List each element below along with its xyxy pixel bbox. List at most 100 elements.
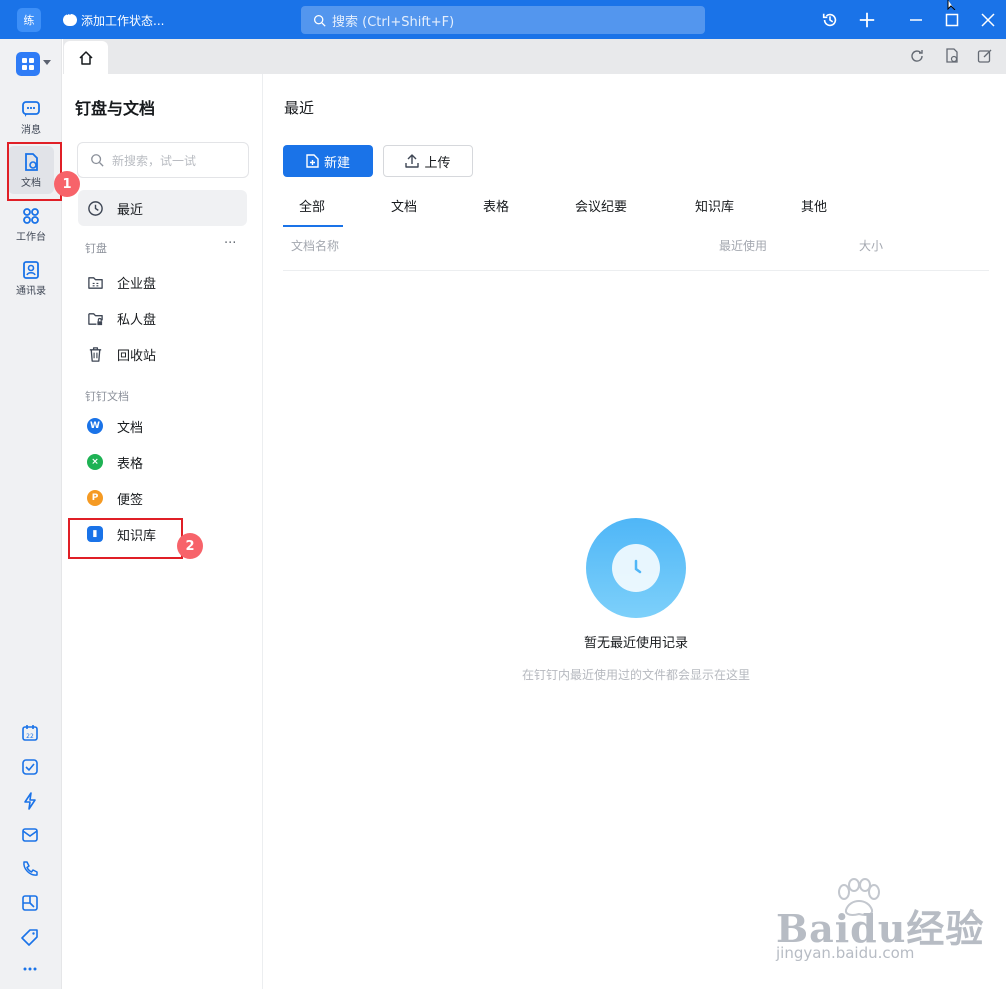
refresh-icon bbox=[911, 50, 923, 62]
rail-item-workbench[interactable]: 工作台 bbox=[8, 200, 54, 248]
nav-item-label: 最近 bbox=[117, 202, 144, 218]
search-placeholder: 搜索 (Ctrl+Shift+F) bbox=[332, 14, 455, 30]
rail-label: 消息 bbox=[21, 124, 41, 136]
maximize-icon bbox=[945, 13, 959, 27]
empty-state-subtitle: 在钉钉内最近使用过的文件都会显示在这里 bbox=[521, 668, 750, 682]
app-window: 练 添加工作状态... 搜索 (Ctrl+Shift+F) 消息 文档 工作台 bbox=[0, 0, 1006, 989]
nav-item-private-drive[interactable]: 私人盘 bbox=[78, 300, 247, 336]
history-icon bbox=[822, 13, 837, 27]
global-search-input[interactable]: 搜索 (Ctrl+Shift+F) bbox=[301, 6, 705, 34]
add-button[interactable] bbox=[856, 9, 878, 31]
calendar-button[interactable]: 22 bbox=[19, 722, 41, 744]
more-dots-icon bbox=[23, 967, 37, 971]
search-icon bbox=[91, 154, 104, 167]
edit-icon bbox=[977, 49, 992, 63]
refresh-button[interactable] bbox=[909, 48, 927, 66]
section-drive-label: 钉盘 bbox=[85, 242, 107, 255]
home-icon bbox=[79, 50, 93, 65]
caret-down-icon[interactable] bbox=[43, 60, 51, 66]
docs-app-icon: W bbox=[87, 418, 103, 434]
nav-item-label: 企业盘 bbox=[117, 276, 157, 292]
nav-item-label: 私人盘 bbox=[117, 312, 157, 328]
rail-item-contacts[interactable]: 通讯录 bbox=[8, 254, 54, 302]
nav-item-label: 文档 bbox=[117, 420, 144, 436]
search-icon bbox=[313, 14, 326, 27]
trash-icon bbox=[89, 346, 101, 362]
mail-button[interactable] bbox=[19, 824, 41, 846]
rail-label: 通讯录 bbox=[16, 285, 46, 297]
empty-state-title: 暂无最近使用记录 bbox=[583, 636, 688, 651]
nav-item-label: 回收站 bbox=[117, 348, 157, 364]
nav-item-docs[interactable]: W 文档 bbox=[78, 408, 247, 444]
nav-item-enterprise-drive[interactable]: 企业盘 bbox=[78, 264, 247, 300]
tag-button[interactable] bbox=[19, 926, 41, 948]
nav-item-recycle-bin[interactable]: 回收站 bbox=[78, 336, 247, 372]
folder-enterprise-icon bbox=[87, 276, 103, 289]
calendar-icon: 22 bbox=[22, 725, 38, 741]
close-icon bbox=[981, 13, 995, 27]
tab-strip bbox=[63, 39, 1006, 74]
edit-button[interactable] bbox=[977, 48, 995, 66]
minimize-button[interactable] bbox=[905, 9, 927, 31]
contacts-icon bbox=[23, 260, 39, 279]
tab-all[interactable]: 全部 bbox=[283, 195, 343, 227]
section-docs-label: 钉钉文档 bbox=[85, 390, 129, 403]
mouse-cursor-icon bbox=[947, 0, 956, 10]
upload-button-label: 上传 bbox=[424, 155, 451, 171]
work-status-label: 添加工作状态... bbox=[81, 13, 165, 28]
tag-icon bbox=[21, 929, 38, 946]
tab-docs[interactable]: 文档 bbox=[391, 195, 417, 227]
user-avatar[interactable]: 练 bbox=[17, 8, 41, 32]
nav-item-label: 便签 bbox=[117, 492, 144, 508]
nav-search-input[interactable]: 新搜索，试一试 bbox=[77, 142, 249, 178]
page-title: 最近 bbox=[284, 99, 315, 117]
tab-meeting-notes[interactable]: 会议纪要 bbox=[575, 195, 627, 227]
header-divider bbox=[283, 270, 989, 271]
close-button[interactable] bbox=[977, 9, 999, 31]
column-header-name[interactable]: 文档名称 bbox=[291, 237, 339, 254]
column-header-last-used[interactable]: 最近使用 bbox=[719, 237, 767, 254]
ding-button[interactable] bbox=[19, 790, 41, 812]
tab-other[interactable]: 其他 bbox=[801, 195, 827, 227]
todo-button[interactable] bbox=[19, 756, 41, 778]
dashboard-icon bbox=[22, 895, 38, 911]
folder-lock-icon bbox=[87, 312, 103, 325]
nav-title: 钉盘与文档 bbox=[75, 99, 156, 118]
dashboard-button[interactable] bbox=[19, 892, 41, 914]
drive-more-button[interactable]: ··· bbox=[224, 236, 236, 251]
watermark-url: jingyan.baidu.com bbox=[776, 944, 915, 962]
app-grid-button[interactable] bbox=[16, 52, 40, 76]
column-header-size[interactable]: 大小 bbox=[859, 237, 883, 254]
grid-icon bbox=[22, 58, 34, 70]
nav-item-sheets[interactable]: × 表格 bbox=[78, 444, 247, 480]
rail-item-messages[interactable]: 消息 bbox=[8, 93, 54, 141]
new-button-label: 新建 bbox=[323, 155, 350, 171]
sheets-app-icon: × bbox=[87, 454, 103, 470]
recent-doc-button[interactable] bbox=[944, 48, 962, 66]
phone-button[interactable] bbox=[19, 858, 41, 880]
clock-icon bbox=[87, 200, 103, 216]
tab-sheets[interactable]: 表格 bbox=[483, 195, 509, 227]
lightning-icon bbox=[24, 792, 36, 810]
new-button[interactable]: 新建 bbox=[283, 145, 373, 177]
history-button[interactable] bbox=[819, 9, 841, 31]
nav-item-recent[interactable]: 最近 bbox=[78, 190, 247, 226]
new-file-icon bbox=[306, 154, 319, 168]
annotation-badge-1: 1 bbox=[54, 171, 80, 197]
phone-icon bbox=[23, 861, 38, 876]
nav-item-notes[interactable]: P 便签 bbox=[78, 480, 247, 516]
svg-text:22: 22 bbox=[26, 733, 34, 740]
nav-search-placeholder: 新搜索，试一试 bbox=[112, 153, 197, 168]
upload-button[interactable]: 上传 bbox=[383, 145, 473, 177]
upload-icon bbox=[405, 154, 420, 168]
tab-home[interactable] bbox=[64, 41, 108, 74]
workbench-icon bbox=[23, 207, 39, 224]
message-icon bbox=[22, 100, 40, 117]
annotation-box-1 bbox=[7, 142, 62, 201]
tab-knowledge-base[interactable]: 知识库 bbox=[695, 195, 734, 227]
more-button[interactable] bbox=[19, 958, 41, 980]
maximize-button[interactable] bbox=[941, 9, 963, 31]
nav-item-label: 表格 bbox=[117, 456, 144, 472]
minimize-icon bbox=[910, 19, 922, 21]
work-status-button[interactable]: 添加工作状态... bbox=[63, 10, 164, 30]
